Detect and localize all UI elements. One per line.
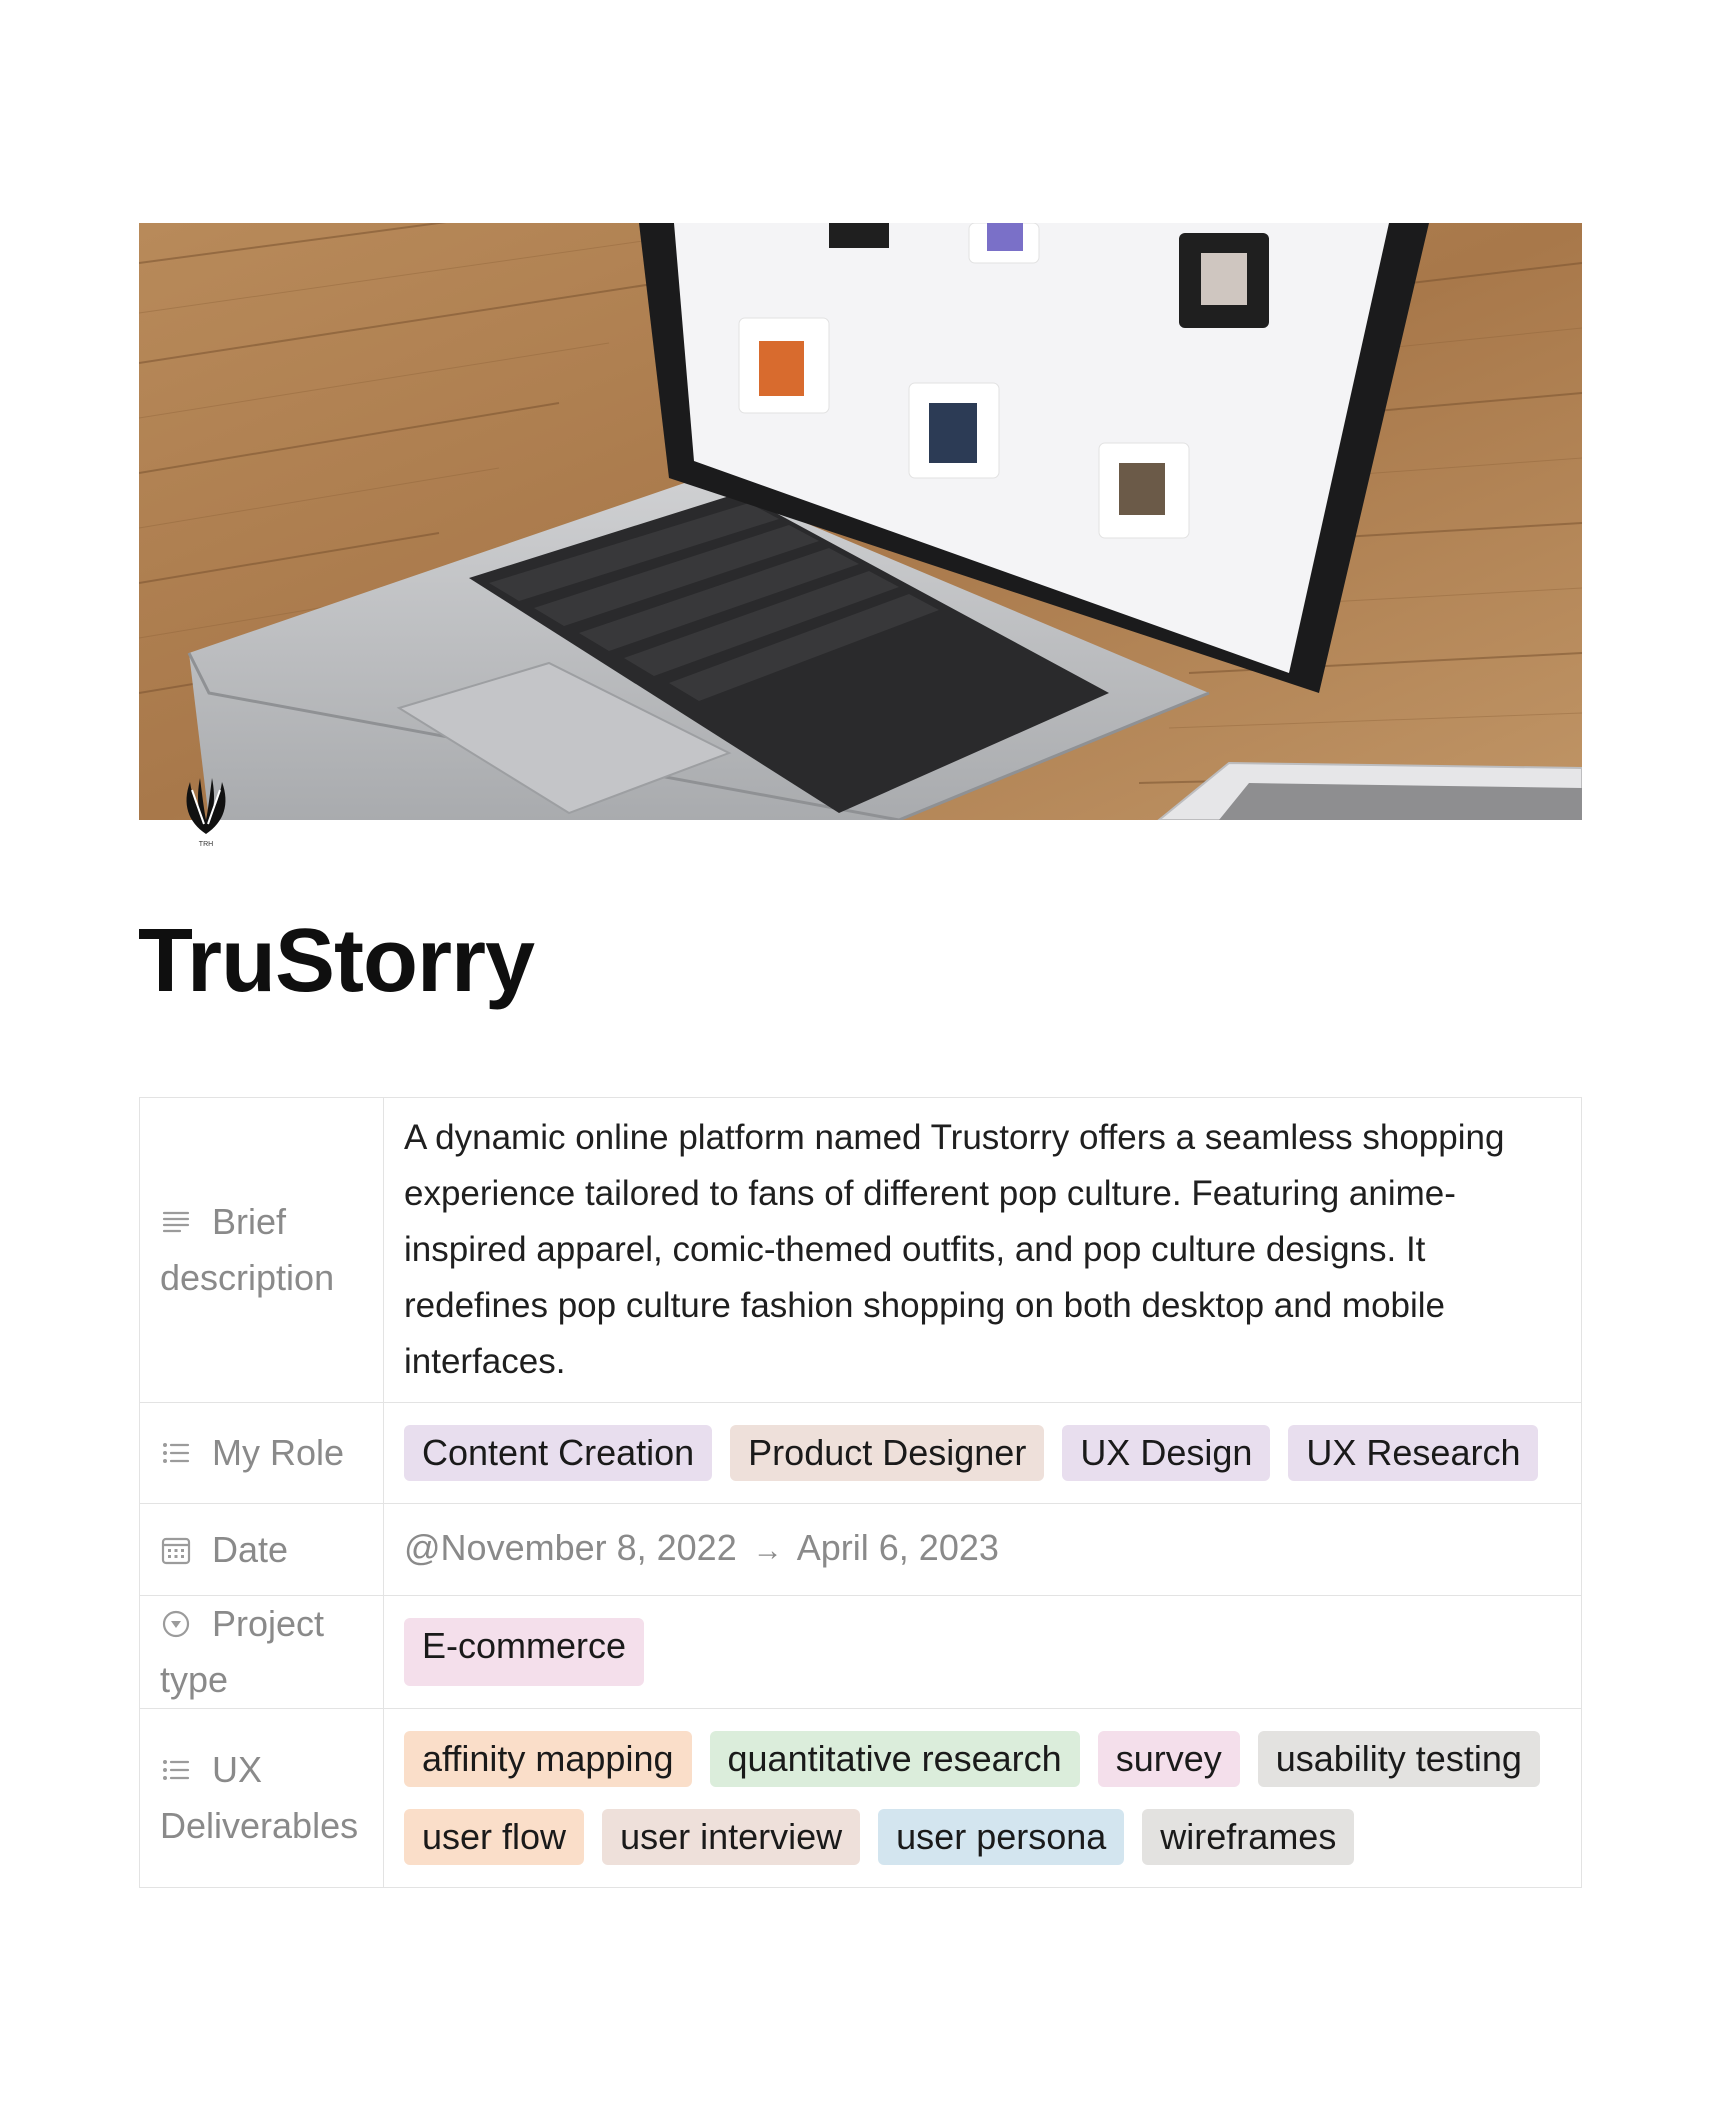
property-name-date[interactable]: Date <box>139 1504 384 1595</box>
property-name-project-type[interactable]: Project type <box>139 1596 384 1708</box>
tag-wireframes[interactable]: wireframes <box>1142 1809 1355 1865</box>
property-row-date: Date @November 8, 2022 → April 6, 2023 <box>139 1504 1582 1596</box>
svg-text:TRH: TRH <box>199 841 213 848</box>
property-row-project-type: Project type E-commerce <box>139 1596 1582 1709</box>
properties-table: Brief description A dynamic online platf… <box>139 1097 1582 1888</box>
date-start: @November 8, 2022 <box>404 1527 737 1568</box>
calendar-icon <box>161 1537 191 1564</box>
tag-ux-design[interactable]: UX Design <box>1062 1425 1271 1481</box>
property-name-my-role[interactable]: My Role <box>139 1403 384 1503</box>
property-name-ux-deliverables[interactable]: UX Deliverables <box>139 1709 384 1887</box>
text-lines-icon <box>162 1211 190 1233</box>
multi-select-icon <box>163 1760 190 1780</box>
brief-description-value[interactable]: A dynamic online platform named Trustorr… <box>384 1098 1582 1402</box>
project-type-tags[interactable]: E-commerce <box>384 1596 1582 1708</box>
tag-usability-testing[interactable]: usability testing <box>1257 1731 1540 1787</box>
tag-e-commerce[interactable]: E-commerce <box>404 1618 645 1686</box>
leaf-logo-icon: TRH <box>178 776 234 848</box>
tag-user-interview[interactable]: user interview <box>602 1809 861 1865</box>
tag-content-creation[interactable]: Content Creation <box>404 1425 713 1481</box>
property-row-ux-deliverables: UX Deliverables affinity mapping quantit… <box>139 1709 1582 1888</box>
date-value[interactable]: @November 8, 2022 → April 6, 2023 <box>384 1504 1582 1595</box>
select-icon <box>162 1610 190 1638</box>
arrow-right-icon: → <box>752 1534 783 1567</box>
tag-product-designer[interactable]: Product Designer <box>730 1425 1045 1481</box>
my-role-tags[interactable]: Content Creation Product Designer UX Des… <box>384 1403 1582 1503</box>
cover-image <box>139 223 1582 820</box>
date-end: April 6, 2023 <box>796 1527 999 1568</box>
ux-deliverables-tags[interactable]: affinity mapping quantitative research s… <box>384 1709 1582 1887</box>
tag-quantitative-research[interactable]: quantitative research <box>709 1731 1080 1787</box>
tag-user-flow[interactable]: user flow <box>404 1809 585 1865</box>
property-row-brief-description: Brief description A dynamic online platf… <box>139 1098 1582 1403</box>
multi-select-icon <box>163 1443 190 1463</box>
property-name-brief-description[interactable]: Brief description <box>139 1098 384 1402</box>
property-row-my-role: My Role Content Creation Product Designe… <box>139 1403 1582 1504</box>
tag-user-persona[interactable]: user persona <box>878 1809 1125 1865</box>
tag-ux-research[interactable]: UX Research <box>1288 1425 1539 1481</box>
tag-survey[interactable]: survey <box>1097 1731 1240 1787</box>
tag-affinity-mapping[interactable]: affinity mapping <box>404 1731 692 1787</box>
page-title: TruStorry <box>138 911 535 1011</box>
